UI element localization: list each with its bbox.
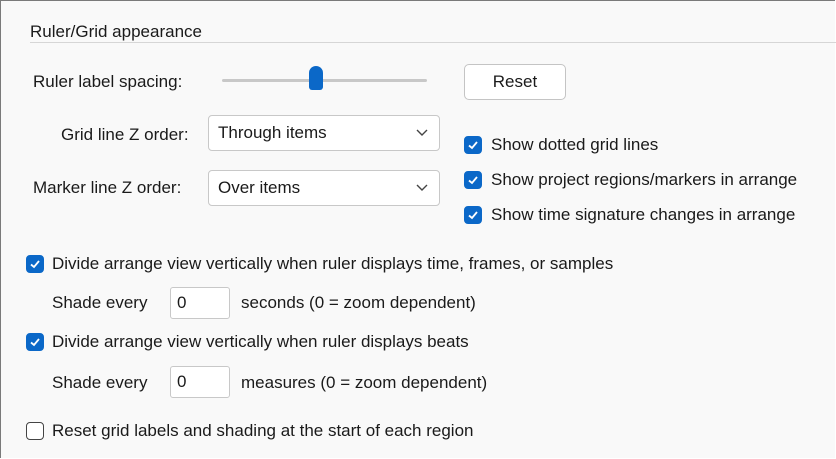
reset-grid-checkbox[interactable] [26, 422, 44, 440]
ruler-spacing-label: Ruler label spacing: [33, 72, 183, 91]
shade-seconds-value: 0 [177, 293, 187, 312]
time-signature-label[interactable]: Show time signature changes in arrange [491, 205, 795, 225]
shade-beats-suffix: measures (0 = zoom dependent) [241, 373, 488, 392]
shade-beats-prefix: Shade every [52, 373, 148, 392]
reset-grid-label[interactable]: Reset grid labels and shading at the sta… [52, 421, 474, 441]
divide-time-checkbox[interactable] [26, 255, 44, 273]
project-regions-checkbox[interactable] [464, 171, 482, 189]
check-icon [30, 338, 40, 347]
ruler-spacing-slider[interactable] [222, 79, 427, 82]
marker-z-order-select[interactable]: Over items [208, 170, 440, 206]
divide-beats-label[interactable]: Divide arrange view vertically when rule… [52, 332, 469, 352]
time-signature-checkbox[interactable] [464, 206, 482, 224]
grid-z-order-value: Through items [218, 123, 327, 142]
check-icon [468, 211, 478, 220]
check-icon [468, 141, 478, 150]
shade-measures-value: 0 [177, 372, 187, 391]
chevron-down-icon [416, 184, 428, 191]
marker-z-order-label: Marker line Z order: [33, 178, 182, 197]
reset-button[interactable]: Reset [464, 64, 566, 100]
marker-z-order-value: Over items [218, 178, 301, 197]
shade-measures-input[interactable]: 0 [170, 366, 230, 398]
dotted-grid-label[interactable]: Show dotted grid lines [491, 135, 658, 155]
shade-time-suffix: seconds (0 = zoom dependent) [241, 293, 476, 312]
dotted-grid-checkbox[interactable] [464, 136, 482, 154]
check-icon [30, 260, 40, 269]
group-border-top [30, 42, 836, 43]
grid-z-order-select[interactable]: Through items [208, 115, 440, 151]
ruler-spacing-slider-thumb[interactable] [309, 66, 324, 90]
chevron-down-icon [416, 129, 428, 136]
divide-beats-checkbox[interactable] [26, 333, 44, 351]
group-title: Ruler/Grid appearance [24, 22, 208, 42]
shade-seconds-input[interactable]: 0 [170, 287, 230, 319]
shade-time-prefix: Shade every [52, 293, 148, 312]
check-icon [468, 176, 478, 185]
grid-z-order-label: Grid line Z order: [61, 125, 189, 144]
divide-time-label[interactable]: Divide arrange view vertically when rule… [52, 254, 613, 274]
project-regions-label[interactable]: Show project regions/markers in arrange [491, 170, 797, 190]
